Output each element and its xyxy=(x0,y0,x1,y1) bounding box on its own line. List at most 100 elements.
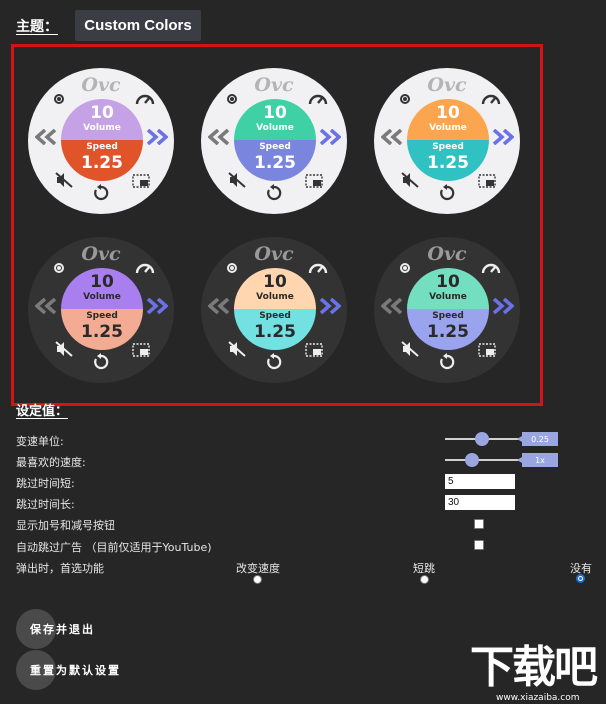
theme-dial-6[interactable]: Ovc 10 Volume Speed 1.25 xyxy=(374,237,520,383)
volume-label: Volume xyxy=(256,123,294,133)
reset-defaults-button[interactable]: 重置为默认设置 xyxy=(16,650,121,690)
save-exit-button[interactable]: 保存并退出 xyxy=(16,609,95,649)
rewind-icon xyxy=(35,129,59,145)
speed-value: 1.25 xyxy=(81,322,123,342)
speed-label: Speed xyxy=(259,142,291,152)
volume-half: 10 Volume xyxy=(61,99,143,140)
rewind-icon xyxy=(208,298,232,314)
speed-label: Speed xyxy=(86,311,118,321)
dial-core: 10 Volume Speed 1.25 xyxy=(61,99,143,181)
show-plus-minus-label: 显示加号和减号按钮 xyxy=(16,519,115,532)
dial-core: 10 Volume Speed 1.25 xyxy=(234,99,316,181)
popup-option-short-jump-label: 短跳 xyxy=(413,562,435,575)
fast-forward-icon xyxy=(317,298,341,314)
rewind-icon xyxy=(208,129,232,145)
speed-value: 1.25 xyxy=(427,322,469,342)
reset-icon xyxy=(265,184,283,202)
speed-step-slider[interactable] xyxy=(445,432,519,446)
volume-value: 10 xyxy=(263,272,287,292)
save-exit-label: 保存并退出 xyxy=(30,623,95,636)
auto-skip-ads-label: 自动跳过广告 （目前仅适用于YouTube) xyxy=(16,541,212,554)
reset-icon xyxy=(438,184,456,202)
popup-option-speed-radio[interactable] xyxy=(253,575,262,584)
speed-value: 1.25 xyxy=(254,153,296,173)
reset-icon xyxy=(438,353,456,371)
volume-half: 10 Volume xyxy=(407,99,489,140)
dial-core: 10 Volume Speed 1.25 xyxy=(407,99,489,181)
favorite-speed-slider[interactable] xyxy=(445,453,519,467)
speed-label: Speed xyxy=(86,142,118,152)
reset-icon xyxy=(92,184,110,202)
volume-label: Volume xyxy=(256,292,294,302)
watermark-url: www.xiazaiba.com xyxy=(496,693,580,703)
fast-forward-icon xyxy=(144,129,168,145)
volume-value: 10 xyxy=(436,103,460,123)
volume-label: Volume xyxy=(83,123,121,133)
popup-option-none-radio[interactable] xyxy=(576,574,585,583)
volume-value: 10 xyxy=(436,272,460,292)
speed-label: Speed xyxy=(432,142,464,152)
speed-half: Speed 1.25 xyxy=(234,309,316,350)
speed-half: Speed 1.25 xyxy=(234,140,316,181)
reset-icon xyxy=(265,353,283,371)
popup-pref-label: 弹出时，首选功能 xyxy=(16,562,104,575)
dial-core: 10 Volume Speed 1.25 xyxy=(234,268,316,350)
favorite-speed-label: 最喜欢的速度: xyxy=(16,456,86,469)
skip-short-label: 跳过时间短: xyxy=(16,477,75,490)
theme-dial-1[interactable]: Ovc 10 Volume Speed 1.25 xyxy=(28,68,174,214)
favorite-speed-value: 1x xyxy=(517,453,558,467)
speed-step-value: 0.25 xyxy=(517,432,558,446)
theme-dial-2[interactable]: Ovc 10 Volume Speed 1.25 xyxy=(201,68,347,214)
settings-title: 设定值： xyxy=(16,404,69,419)
theme-dial-3[interactable]: Ovc 10 Volume Speed 1.25 xyxy=(374,68,520,214)
speed-half: Speed 1.25 xyxy=(61,309,143,350)
volume-label: Volume xyxy=(429,123,467,133)
speed-value: 1.25 xyxy=(427,153,469,173)
volume-half: 10 Volume xyxy=(234,99,316,140)
volume-value: 10 xyxy=(90,272,114,292)
skip-short-input[interactable]: 5 xyxy=(445,474,515,489)
speed-half: Speed 1.25 xyxy=(61,140,143,181)
fast-forward-icon xyxy=(144,298,168,314)
theme-dial-5[interactable]: Ovc 10 Volume Speed 1.25 xyxy=(201,237,347,383)
volume-half: 10 Volume xyxy=(234,268,316,309)
theme-row: 主题： Custom Colors xyxy=(16,10,201,41)
slider-thumb[interactable] xyxy=(465,453,479,467)
speed-label: Speed xyxy=(432,311,464,321)
rewind-icon xyxy=(381,129,405,145)
watermark: 下载吧 www.xiazaiba.com xyxy=(468,644,606,704)
dial-core: 10 Volume Speed 1.25 xyxy=(407,268,489,350)
popup-option-speed-label: 改变速度 xyxy=(236,562,280,575)
theme-select[interactable]: Custom Colors xyxy=(75,10,201,41)
watermark-text: 下载吧 xyxy=(470,642,598,693)
skip-long-input[interactable]: 30 xyxy=(445,495,515,510)
speed-value: 1.25 xyxy=(81,153,123,173)
rewind-icon xyxy=(35,298,59,314)
speed-half: Speed 1.25 xyxy=(407,140,489,181)
speed-value: 1.25 xyxy=(254,322,296,342)
rewind-icon xyxy=(381,298,405,314)
auto-skip-ads-checkbox[interactable] xyxy=(474,540,484,550)
speed-label: Speed xyxy=(259,311,291,321)
volume-label: Volume xyxy=(83,292,121,302)
popup-option-short-jump-radio[interactable] xyxy=(420,575,429,584)
speed-half: Speed 1.25 xyxy=(407,309,489,350)
volume-label: Volume xyxy=(429,292,467,302)
volume-value: 10 xyxy=(263,103,287,123)
theme-label: 主题： xyxy=(16,18,58,35)
slider-thumb[interactable] xyxy=(475,432,489,446)
dial-core: 10 Volume Speed 1.25 xyxy=(61,268,143,350)
theme-dial-4[interactable]: Ovc 10 Volume Speed 1.25 xyxy=(28,237,174,383)
slider-track xyxy=(445,459,519,461)
reset-defaults-label: 重置为默认设置 xyxy=(30,664,121,677)
volume-value: 10 xyxy=(90,103,114,123)
fast-forward-icon xyxy=(317,129,341,145)
volume-half: 10 Volume xyxy=(61,268,143,309)
fast-forward-icon xyxy=(490,129,514,145)
show-plus-minus-checkbox[interactable] xyxy=(474,519,484,529)
speed-step-label: 变速单位: xyxy=(16,435,64,448)
volume-half: 10 Volume xyxy=(407,268,489,309)
reset-icon xyxy=(92,353,110,371)
fast-forward-icon xyxy=(490,298,514,314)
skip-long-label: 跳过时间长: xyxy=(16,498,75,511)
